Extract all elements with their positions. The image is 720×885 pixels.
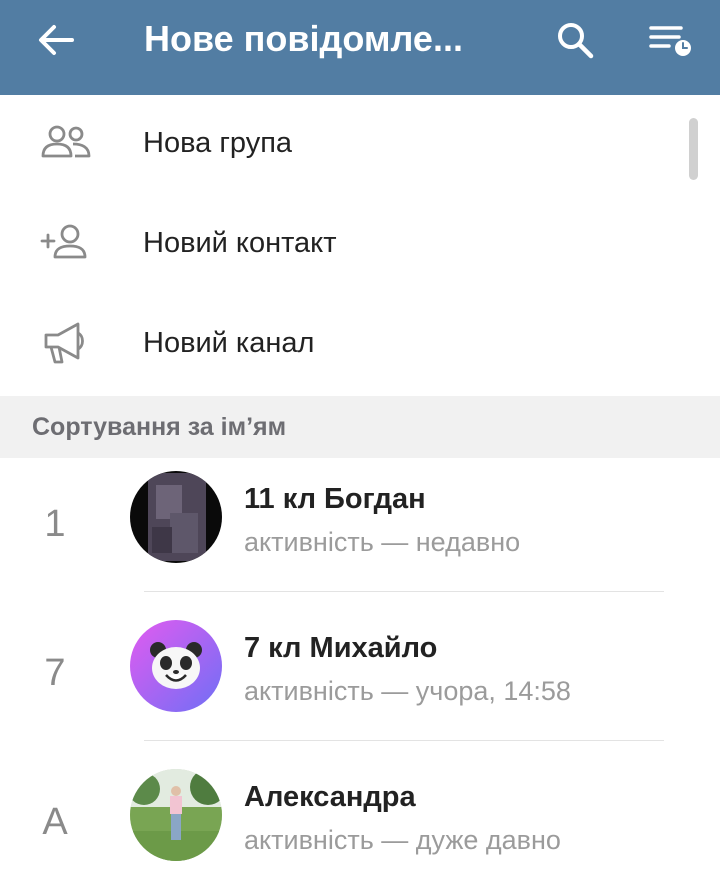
contact-status: активність — учора, 14:58 xyxy=(244,676,571,706)
sort-clock-icon xyxy=(649,26,691,56)
search-icon xyxy=(558,23,594,59)
section-title: Сортування за ім’ям xyxy=(32,413,287,441)
people-icon xyxy=(41,125,91,158)
menu-item-label: Новий канал xyxy=(143,327,315,359)
sort-button[interactable] xyxy=(646,18,696,62)
avatar xyxy=(130,620,222,712)
divider xyxy=(144,591,664,592)
avatar xyxy=(130,769,222,861)
avatar xyxy=(130,471,222,563)
scrollbar[interactable] xyxy=(689,118,698,180)
app-bar: Нове повідомле... xyxy=(0,0,720,95)
contact-status: активність — недавно xyxy=(244,527,521,557)
divider xyxy=(144,740,664,741)
contact-row[interactable]: 1 11 кл Богдан активність — недавно xyxy=(0,471,720,620)
megaphone-icon xyxy=(44,322,84,364)
index-letter: 7 xyxy=(44,652,66,694)
add-contact-icon xyxy=(40,224,87,259)
menu-item-new-group[interactable]: Нова група xyxy=(0,95,720,195)
menu-item-label: Новий контакт xyxy=(143,227,337,259)
back-button[interactable] xyxy=(34,20,78,60)
menu-item-label: Нова група xyxy=(143,127,293,159)
index-letter: А xyxy=(42,801,68,843)
contact-row[interactable]: 7 7 кл Михайло активність — учора, 14:58 xyxy=(0,620,720,769)
contact-name: Александра xyxy=(244,781,416,813)
arrow-left-icon xyxy=(39,25,74,55)
index-letter: 1 xyxy=(44,503,66,545)
page-title: Нове повідомле... xyxy=(144,18,463,59)
section-header: Сортування за ім’ям xyxy=(0,396,720,458)
contact-row[interactable]: А Александра активність — дуже давно xyxy=(0,769,720,885)
contact-name: 11 кл Богдан xyxy=(244,483,426,515)
search-button[interactable] xyxy=(553,18,597,62)
contact-status: активність — дуже давно xyxy=(244,825,561,855)
menu-item-new-channel[interactable]: Новий канал xyxy=(0,295,720,395)
menu-item-new-contact[interactable]: Новий контакт xyxy=(0,195,720,295)
contact-name: 7 кл Михайло xyxy=(244,632,438,664)
